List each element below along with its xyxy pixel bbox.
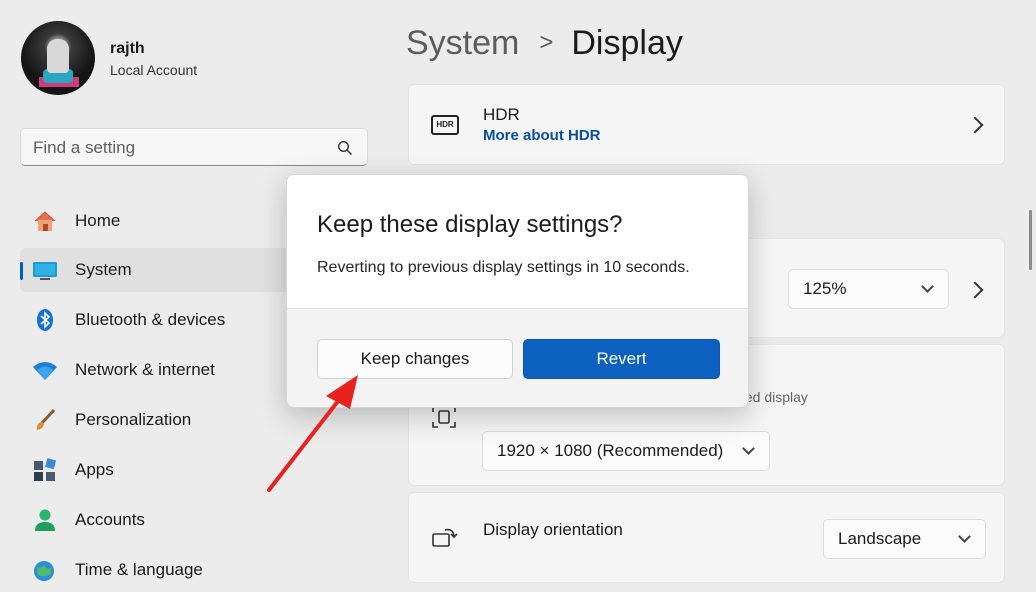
breadcrumb-separator: > [539, 29, 554, 56]
sidebar-item-label: Time & language [75, 560, 203, 579]
account-type: Local Account [110, 62, 198, 78]
globe-icon [34, 561, 54, 581]
hdr-card[interactable]: HDR HDR More about HDR [408, 84, 1005, 165]
wifi-icon [33, 362, 57, 380]
breadcrumb-parent[interactable]: System [406, 24, 519, 62]
bluetooth-icon [37, 309, 53, 331]
chevron-right-icon [966, 116, 984, 134]
sidebar-item-label: Network & internet [75, 360, 215, 379]
page-title: Display [571, 24, 683, 62]
resolution-dropdown[interactable]: 1920 × 1080 (Recommended) [482, 431, 770, 471]
brush-icon [36, 408, 56, 430]
dialog-message: Reverting to previous display settings i… [317, 259, 690, 276]
search-input[interactable] [33, 137, 313, 159]
keep-changes-button[interactable]: Keep changes [317, 339, 513, 379]
scale-dropdown[interactable]: 125% [788, 269, 949, 309]
avatar[interactable] [21, 21, 95, 95]
hdr-learn-more-link[interactable]: More about HDR [483, 127, 601, 144]
chevron-down-icon [958, 530, 971, 543]
sidebar-item-label: Home [75, 211, 121, 230]
revert-button[interactable]: Revert [523, 339, 720, 379]
dialog-title: Keep these display settings? [317, 211, 623, 238]
dialog-content: Keep these display settings? Reverting t… [287, 175, 748, 309]
system-icon [33, 262, 57, 280]
sidebar-item-accounts[interactable]: Accounts [20, 498, 376, 542]
selection-indicator [20, 262, 23, 280]
home-icon [34, 211, 56, 231]
sidebar-item-label: Bluetooth & devices [75, 310, 226, 329]
sidebar-item-apps[interactable]: Apps [20, 448, 376, 492]
scrollbar-thumb[interactable] [1029, 210, 1032, 270]
sidebar-item-label: Apps [75, 460, 114, 479]
chevron-right-icon [966, 281, 984, 299]
search-box[interactable] [20, 128, 368, 166]
hdr-title: HDR [483, 105, 520, 124]
search-icon[interactable] [337, 140, 353, 156]
chevron-down-icon [921, 280, 934, 293]
scale-value: 125% [803, 279, 847, 298]
resolution-description: ted display [741, 389, 808, 405]
keep-settings-dialog: Keep these display settings? Reverting t… [286, 174, 749, 408]
hdr-icon: HDR [431, 115, 459, 135]
orientation-dropdown[interactable]: Landscape [823, 519, 986, 559]
sidebar-item-label: Personalization [75, 410, 192, 429]
orientation-label: Display orientation [483, 520, 623, 539]
resolution-icon [432, 406, 456, 428]
breadcrumb: System > Display [406, 24, 683, 63]
rotate-screen-icon [432, 528, 458, 547]
sidebar-item-label: Accounts [75, 510, 145, 529]
sidebar-item-label: System [75, 260, 132, 279]
orientation-value: Landscape [838, 529, 922, 548]
accounts-icon [35, 509, 55, 531]
sidebar-item-time-language[interactable]: Time & language [20, 548, 376, 592]
resolution-value: 1920 × 1080 (Recommended) [497, 441, 724, 460]
user-name: rajth [110, 40, 145, 57]
orientation-card: Display orientation Landscape [408, 492, 1005, 583]
apps-icon [34, 458, 57, 481]
chevron-down-icon [742, 442, 755, 455]
